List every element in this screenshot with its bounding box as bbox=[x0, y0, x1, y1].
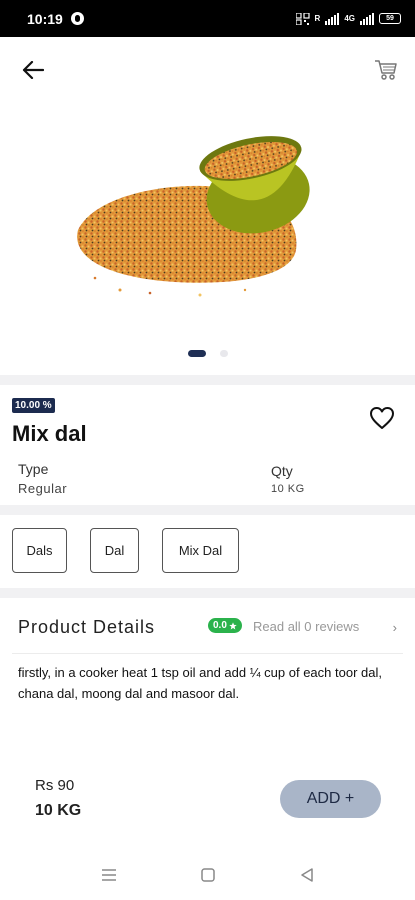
chevron-right-icon[interactable]: › bbox=[393, 620, 397, 635]
cart-icon bbox=[375, 60, 397, 80]
qr-icon bbox=[295, 12, 310, 25]
discount-badge: 10.00 % bbox=[12, 398, 55, 413]
home-button[interactable] bbox=[195, 855, 221, 895]
details-divider bbox=[12, 653, 403, 654]
arrow-left-icon bbox=[22, 61, 44, 79]
system-back-button[interactable] bbox=[294, 855, 320, 895]
mixed-dal-bowl-image bbox=[77, 136, 310, 297]
back-button[interactable] bbox=[18, 55, 48, 85]
cart-button[interactable] bbox=[371, 55, 401, 85]
add-to-cart-button[interactable]: ADD + bbox=[280, 780, 381, 818]
status-time: 10:19 bbox=[27, 10, 63, 27]
carousel-dot-active[interactable] bbox=[187, 350, 206, 357]
recent-apps-button[interactable] bbox=[96, 855, 122, 895]
product-details-heading: Product Details bbox=[18, 617, 156, 637]
product-description: firstly, in a cooker heat 1 tsp oil and … bbox=[18, 665, 382, 701]
system-nav-bar bbox=[0, 855, 415, 895]
section-divider bbox=[0, 375, 415, 385]
tag-chip[interactable]: Dals bbox=[12, 528, 67, 573]
tag-chip[interactable]: Mix Dal bbox=[162, 528, 239, 573]
status-icons: R 4G 59 bbox=[295, 12, 401, 25]
qty-label: Qty bbox=[271, 463, 293, 479]
hd-icon: R bbox=[314, 13, 321, 23]
section-divider bbox=[0, 588, 415, 598]
battery-icon: 59 bbox=[379, 13, 401, 24]
type-value: Regular bbox=[18, 481, 68, 496]
carousel-indicator bbox=[0, 350, 415, 357]
heart-outline-icon bbox=[370, 407, 394, 429]
triangle-back-icon bbox=[301, 868, 313, 882]
menu-lines-icon bbox=[102, 869, 116, 881]
quantity-text: 10 KG bbox=[35, 802, 82, 819]
status-bar: 10:19 R 4G 59 bbox=[0, 0, 415, 37]
tag-chip[interactable]: Dal bbox=[90, 528, 139, 573]
qty-value: 10 KG bbox=[271, 483, 305, 495]
app-notification-icon bbox=[70, 12, 84, 25]
product-title: Mix dal bbox=[12, 421, 87, 446]
type-label: Type bbox=[18, 461, 49, 477]
read-reviews-link[interactable]: Read all 0 reviews bbox=[253, 619, 359, 634]
star-icon bbox=[229, 621, 237, 629]
favorite-button[interactable] bbox=[369, 406, 395, 432]
signal-icon-1 bbox=[325, 12, 340, 25]
signal-icon-2 bbox=[360, 12, 374, 25]
rating-badge: 0.0 bbox=[208, 618, 242, 633]
square-home-icon bbox=[201, 868, 215, 882]
carousel-dot[interactable] bbox=[219, 350, 228, 357]
rating-value: 0.0 bbox=[213, 620, 227, 631]
price-text: Rs 90 bbox=[35, 777, 75, 794]
product-image[interactable] bbox=[0, 100, 415, 340]
section-divider bbox=[0, 505, 415, 515]
volte-icon: 4G bbox=[344, 13, 355, 23]
